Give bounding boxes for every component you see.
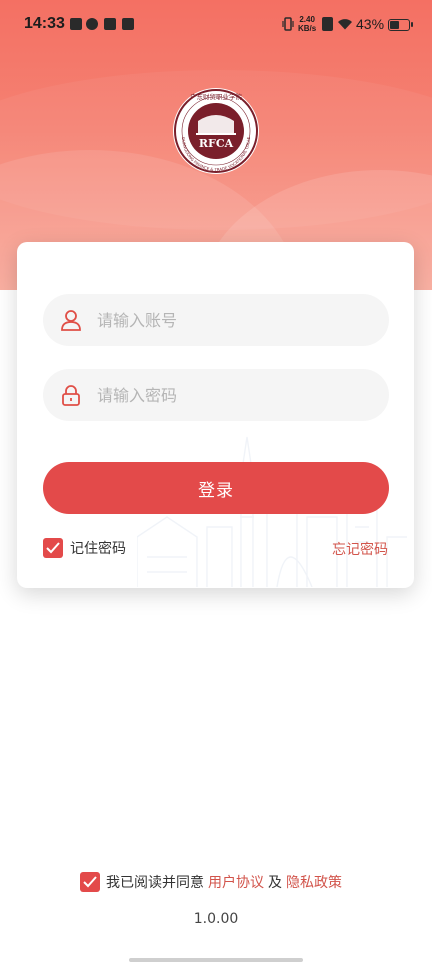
agreement-conjunction: 及 [268,875,282,891]
svg-text:广东财贸职业学院: 广东财贸职业学院 [190,92,243,101]
home-indicator[interactable] [129,958,303,962]
account-field[interactable] [43,294,389,346]
agreement-checkbox[interactable] [80,872,100,892]
status-time: 14:33 [24,15,65,32]
network-speed-value: 2.40 [299,15,315,24]
agreement-prefix: 我已阅读并同意 [106,875,204,891]
agreement-row: 我已阅读并同意 用户协议 及 隐私政策 [80,872,342,892]
svg-text:RFCA: RFCA [199,137,234,150]
remember-password-label: 记住密码 [70,541,126,557]
forgot-password-link[interactable]: 忘记密码 [332,539,388,559]
notification-icon [70,18,82,30]
battery-level [390,21,399,29]
lock-icon [62,385,80,406]
login-card: 登录 记住密码 忘记密码 [17,242,414,588]
college-logo: RFCA 广东财贸职业学院 GUANGDONG FINANCE & TRADE … [172,87,259,174]
check-icon [46,542,60,554]
app-notification-icon [86,18,98,30]
status-bar: 14:33 2.40 KB/s 43% [0,0,432,50]
tiktok-icon [104,18,116,30]
sim-disabled-icon [322,17,333,31]
user-icon [61,310,81,331]
account-input[interactable] [97,294,377,346]
password-field[interactable] [43,369,389,421]
remember-checkbox[interactable] [43,538,63,558]
wifi-icon [338,19,352,30]
check-icon [83,876,97,888]
remember-password-toggle[interactable]: 记住密码 [43,538,126,558]
privacy-policy-link[interactable]: 隐私政策 [286,872,342,892]
user-agreement-link[interactable]: 用户协议 [208,872,264,892]
battery-percent: 43% [356,16,385,32]
password-input[interactable] [97,369,377,421]
login-button[interactable]: 登录 [43,462,389,514]
mail-icon [122,18,134,30]
vibrate-icon [282,17,294,31]
battery-icon [388,19,413,31]
network-speed: 2.40 KB/s [298,15,316,33]
app-version: 1.0.00 [193,911,239,927]
network-speed-unit: KB/s [298,24,317,33]
